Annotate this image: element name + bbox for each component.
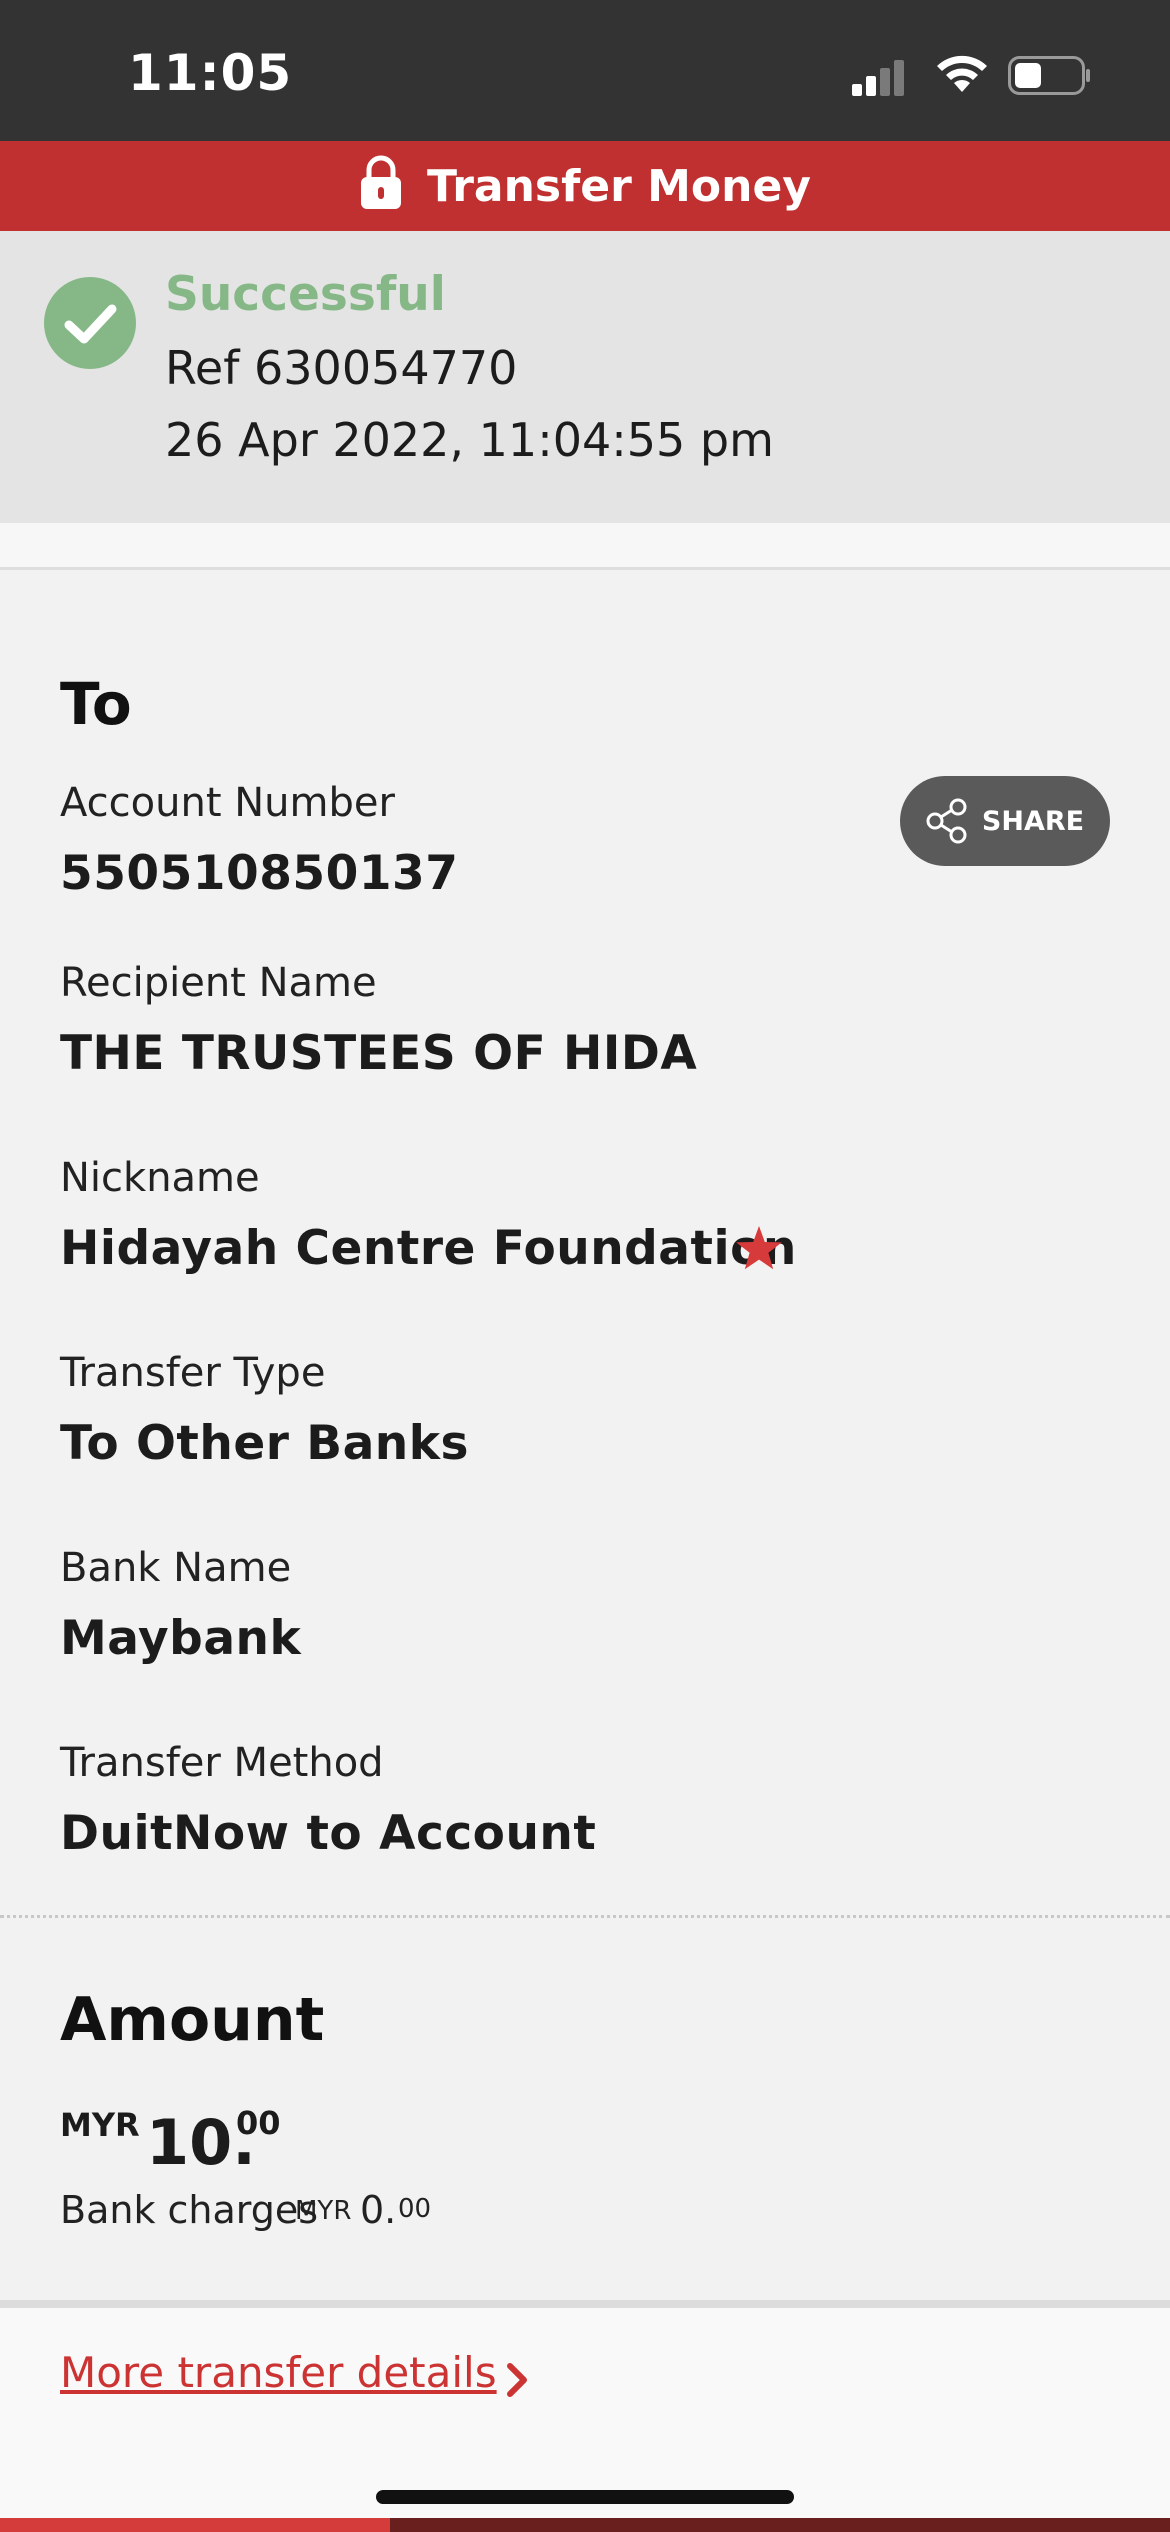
chevron-right-icon[interactable] <box>502 2360 532 2400</box>
page-title: Transfer Money <box>427 160 811 212</box>
amount-heading: Amount <box>60 1985 325 2055</box>
share-button[interactable]: SHARE <box>900 776 1110 866</box>
reference-number: Ref 630054770 <box>165 341 518 395</box>
share-icon <box>926 798 967 844</box>
bank-charges-whole: 0. <box>360 2188 397 2232</box>
status-time: 11:05 <box>128 44 293 102</box>
amount-value: MYR 10. 00 <box>60 2098 660 2179</box>
recipient-section: To SHARE Account Number 550510850137 Rec… <box>0 570 1170 1915</box>
transfer-method-label: Transfer Method <box>60 1740 384 1786</box>
success-check-icon <box>44 277 136 369</box>
bottom-accent-bar <box>0 2518 390 2532</box>
bank-charges-label: Bank charges <box>60 2188 319 2232</box>
amount-decimal: 00 <box>236 2104 281 2142</box>
more-transfer-details-link[interactable]: More transfer details <box>60 2348 497 2397</box>
recipient-name-value: THE TRUSTEES OF HIDA <box>60 1026 698 1081</box>
title-bar: Transfer Money <box>0 141 1170 231</box>
section-divider <box>0 523 1170 570</box>
account-number-label: Account Number <box>60 780 395 826</box>
favourite-star-icon[interactable] <box>735 1226 783 1272</box>
transfer-method-value: DuitNow to Account <box>60 1806 597 1861</box>
amount-currency: MYR <box>60 2106 140 2144</box>
nickname-value: Hidayah Centre Foundation <box>60 1221 797 1276</box>
recipient-heading: To <box>60 670 132 738</box>
home-indicator[interactable] <box>376 2490 794 2504</box>
transaction-datetime: 26 Apr 2022, 11:04:55 pm <box>165 413 774 467</box>
wifi-icon <box>937 55 987 92</box>
lock-icon <box>361 155 402 209</box>
account-number-value: 550510850137 <box>60 846 459 901</box>
nickname-label: Nickname <box>60 1155 260 1201</box>
bank-charges: Bank charges MYR 0. 00 <box>60 2188 760 2238</box>
battery-icon <box>1008 56 1090 95</box>
bank-charges-decimal: 00 <box>398 2194 432 2224</box>
bank-charges-currency: MYR <box>295 2196 352 2226</box>
bank-name-value: Maybank <box>60 1611 302 1666</box>
recipient-name-label: Recipient Name <box>60 960 377 1006</box>
transfer-type-label: Transfer Type <box>60 1350 326 1396</box>
share-label: SHARE <box>981 805 1085 837</box>
status-label: Successful <box>165 267 446 322</box>
dotted-divider <box>0 1915 1170 1918</box>
bottom-dark-bar <box>390 2518 1170 2532</box>
bottom-separator <box>0 2300 1170 2308</box>
bank-name-label: Bank Name <box>60 1545 292 1591</box>
transfer-type-value: To Other Banks <box>60 1416 470 1471</box>
status-bar: 11:05 <box>0 0 1170 141</box>
transaction-status-panel: Successful Ref 630054770 26 Apr 2022, 11… <box>0 231 1170 523</box>
signal-icon <box>852 60 904 96</box>
